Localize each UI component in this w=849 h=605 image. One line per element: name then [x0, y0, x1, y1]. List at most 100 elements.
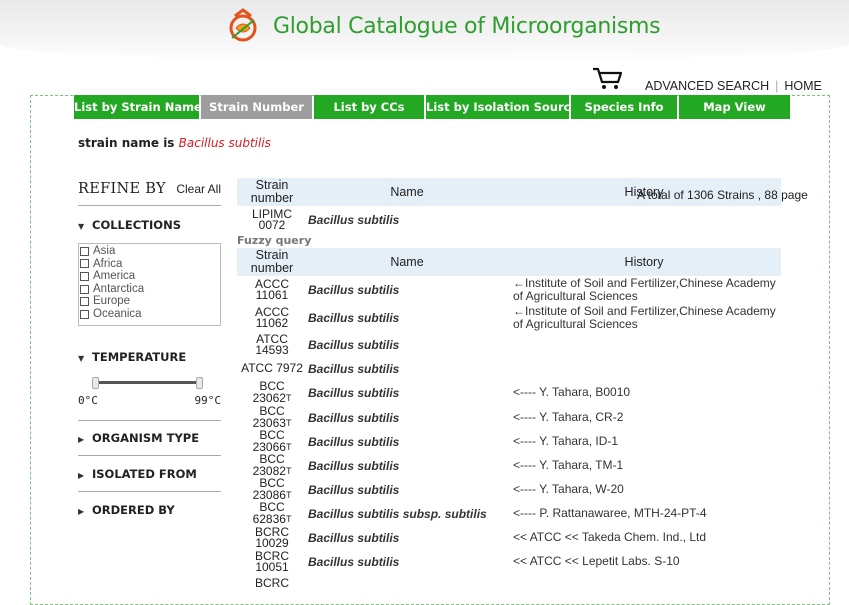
- collection-checkbox-america[interactable]: America: [80, 270, 220, 283]
- home-link[interactable]: HOME: [784, 79, 822, 93]
- type-strain-marker: T: [285, 489, 292, 500]
- type-strain-marker: T: [285, 465, 292, 476]
- history-cell: ←Institute of Soil and Fertilizer,Chines…: [513, 303, 776, 331]
- fuzzy-results: ACCC 11061 Bacillus subtilis ←Institute of …: [237, 276, 781, 594]
- divider: [78, 455, 221, 456]
- table-row[interactable]: LIPIMC 0072 Bacillus subtilis: [237, 206, 781, 234]
- species-name-cell[interactable]: Bacillus subtilis: [307, 338, 513, 352]
- strain-number-cell[interactable]: BCC 23086T: [237, 477, 307, 502]
- checkbox-icon: [80, 297, 89, 307]
- table-row[interactable]: ATCC 14593 Bacillus subtilis: [237, 332, 781, 358]
- advanced-search-link[interactable]: ADVANCED SEARCH: [645, 79, 769, 93]
- species-name-cell[interactable]: Bacillus subtilis: [307, 213, 513, 227]
- nav-tabs: List by Strain Name Strain Number List b…: [74, 95, 792, 119]
- caret-right-icon: ▶: [78, 471, 85, 480]
- tab-list-by-isolation-sources[interactable]: List by Isolation Sources: [426, 95, 585, 119]
- species-name-cell[interactable]: Bacillus subtilis: [307, 555, 513, 569]
- strain-number-cell[interactable]: ATCC 14593: [237, 333, 307, 357]
- results-total: A total of 1306 Strains , 88 page: [637, 188, 808, 202]
- search-filter-summary: strain name is Bacillus subtilis: [78, 136, 271, 150]
- species-name-cell[interactable]: Bacillus subtilis: [307, 283, 513, 297]
- strain-number-cell[interactable]: ACCC 11061: [237, 278, 307, 302]
- refine-title: REFINE BY: [78, 181, 166, 197]
- strain-number-cell[interactable]: BCC 23063T: [237, 405, 307, 430]
- strain-number-cell[interactable]: BCC 23082T: [237, 453, 307, 478]
- type-strain-marker: T: [285, 392, 292, 403]
- type-strain-marker: T: [285, 513, 292, 524]
- strain-number-cell[interactable]: BCC 62836T: [237, 501, 307, 526]
- type-strain-marker: T: [285, 417, 292, 428]
- species-name-cell[interactable]: Bacillus subtilis: [307, 459, 513, 473]
- temperature-section-toggle[interactable]: ▼ TEMPERATURE: [78, 350, 186, 364]
- column-header-strain-number: Strain number: [250, 178, 294, 205]
- ordered-by-section-toggle[interactable]: ▶ ORDERED BY: [78, 503, 175, 517]
- collections-section-toggle[interactable]: ▼ COLLECTIONS: [78, 218, 181, 232]
- checkbox-icon: [80, 271, 89, 281]
- tab-species-info[interactable]: Species Info: [571, 95, 677, 119]
- species-name-cell[interactable]: Bacillus subtilis: [307, 435, 513, 449]
- filter-term: Bacillus subtilis: [178, 136, 271, 150]
- tab-strain-number[interactable]: Strain Number: [201, 95, 312, 119]
- strain-number-cell[interactable]: BCC 23066T: [237, 429, 307, 454]
- collection-label: Antarctica: [93, 282, 145, 295]
- gcm-logo-icon[interactable]: [226, 6, 262, 44]
- table-row[interactable]: BCC 23063T Bacillus subtilis <---- Y. Tahar…: [237, 405, 781, 430]
- temperature-slider-min-handle[interactable]: [92, 377, 99, 389]
- temperature-label: TEMPERATURE: [92, 350, 187, 364]
- column-header-history: History: [624, 255, 664, 269]
- results-panel: Strain number Name History LIPIMC 0072 Bac…: [237, 178, 781, 594]
- species-name-cell[interactable]: Bacillus subtilis: [307, 362, 513, 376]
- species-name-cell[interactable]: Bacillus subtilis: [307, 483, 513, 497]
- table-row[interactable]: BCC 23082T Bacillus subtilis <---- Y. Tahar…: [237, 453, 781, 478]
- caret-down-icon: ▼: [78, 354, 85, 363]
- checkbox-icon: [80, 259, 89, 269]
- collection-checkbox-antarctica[interactable]: Antarctica: [80, 283, 220, 296]
- strain-number-cell[interactable]: ACCC 11062: [237, 306, 307, 330]
- collection-checkbox-oceanica[interactable]: Oceanica: [80, 308, 220, 321]
- strain-number-cell[interactable]: ATCC 7972: [237, 363, 307, 375]
- strain-number-cell[interactable]: BCRC: [237, 578, 307, 590]
- table-row[interactable]: BCC 23086T Bacillus subtilis <---- Y. Tahar…: [237, 477, 781, 502]
- column-header-name: Name: [390, 185, 424, 199]
- history-cell: << ATCC << Lepetit Labs. S-10: [513, 554, 680, 569]
- temperature-slider-max-handle[interactable]: [196, 377, 203, 389]
- table-row[interactable]: BCC 62836T Bacillus subtilis subsp. subtil…: [237, 501, 781, 526]
- strain-number-cell[interactable]: BCC 23062T: [237, 380, 307, 405]
- tab-map-view[interactable]: Map View: [679, 95, 790, 119]
- table-row[interactable]: BCRC 10051 Bacillus subtilis << ATCC << Lep…: [237, 550, 781, 574]
- site-header: Global Catalogue of Microorganisms: [0, 0, 849, 62]
- checkbox-icon: [80, 309, 89, 319]
- species-name-cell[interactable]: Bacillus subtilis: [307, 311, 513, 325]
- collection-checkbox-asia[interactable]: Asia: [80, 245, 220, 258]
- species-name-cell[interactable]: Bacillus subtilis: [307, 531, 513, 545]
- site-title[interactable]: Global Catalogue of Microorganisms: [273, 14, 661, 39]
- table-row[interactable]: ACCC 11061 Bacillus subtilis ←Institute of …: [237, 276, 781, 304]
- species-name-cell[interactable]: Bacillus subtilis: [307, 386, 513, 400]
- species-name-cell[interactable]: Bacillus subtilis: [307, 411, 513, 425]
- collection-checkbox-africa[interactable]: Africa: [80, 258, 220, 271]
- collection-checkbox-europe[interactable]: Europe: [80, 295, 220, 308]
- table-row[interactable]: BCRC 10029 Bacillus subtilis << ATCC << Tak…: [237, 526, 781, 550]
- tab-list-by-ccs[interactable]: List by CCs: [314, 95, 424, 119]
- history-cell: <---- P. Rattanawaree, MTH-24-PT-4: [513, 506, 707, 521]
- temperature-min-value: 0°C: [78, 394, 98, 407]
- isolated-from-section-toggle[interactable]: ▶ ISOLATED FROM: [78, 467, 197, 481]
- table-row[interactable]: ACCC 11062 Bacillus subtilis ←Institute of …: [237, 304, 781, 332]
- table-row[interactable]: ATCC 7972 Bacillus subtilis: [237, 358, 781, 380]
- refine-header: REFINE BY Clear All: [78, 181, 221, 206]
- strain-number-cell[interactable]: BCRC 10029: [237, 526, 307, 550]
- temperature-slider-track[interactable]: [96, 381, 201, 384]
- organism-type-section-toggle[interactable]: ▶ ORGANISM TYPE: [78, 431, 199, 445]
- collection-label: America: [93, 270, 136, 283]
- table-row[interactable]: BCC 23062T Bacillus subtilis <---- Y. Tahar…: [237, 380, 781, 406]
- clear-all-button[interactable]: Clear All: [176, 182, 221, 196]
- tab-list-by-strain-name[interactable]: List by Strain Name: [74, 95, 202, 119]
- collection-label: Europe: [93, 295, 131, 308]
- cart-icon[interactable]: [592, 66, 624, 90]
- table-row[interactable]: BCRC: [237, 574, 781, 594]
- strain-number-cell[interactable]: LIPIMC 0072: [237, 208, 307, 232]
- table-row[interactable]: BCC 23066T Bacillus subtilis <---- Y. Tahar…: [237, 429, 781, 454]
- strain-number-cell[interactable]: BCRC 10051: [237, 550, 307, 574]
- collection-label: Africa: [93, 257, 123, 270]
- species-name-cell[interactable]: Bacillus subtilis subsp. subtilis: [307, 507, 513, 521]
